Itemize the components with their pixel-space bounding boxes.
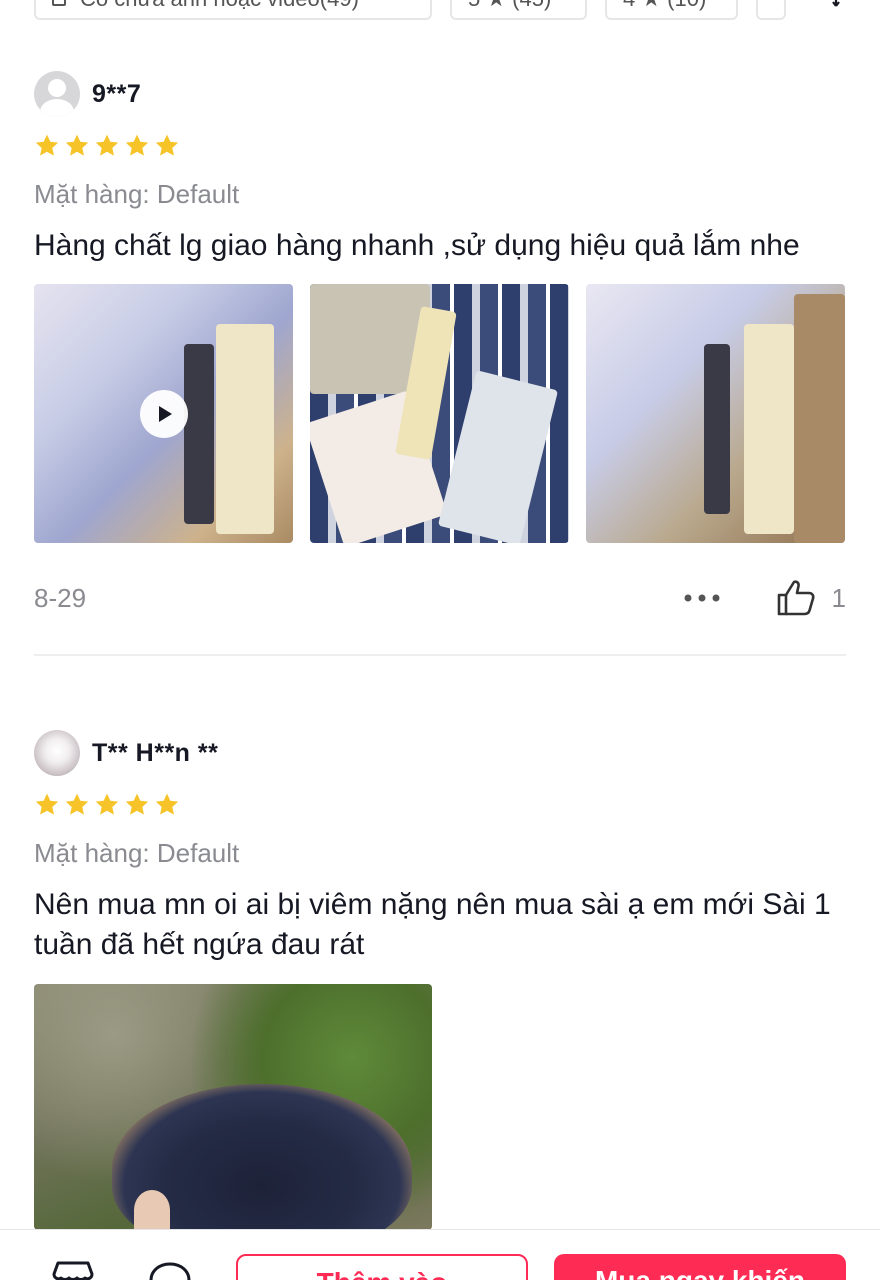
filter-chip-label: Có chứa ảnh hoặc video(49) [80,0,359,12]
star-icon [65,793,89,815]
buy-now-button[interactable]: Mua ngay khiến [554,1254,846,1280]
reviewer-name: T** H**n ** [92,738,219,767]
reviewer-name: 9**7 [92,79,142,108]
star-icon [35,793,59,815]
filter-chip-label: 4 ★ (10) [623,0,706,12]
review-video-thumbnail[interactable] [34,284,293,543]
variant-label: Mặt hàng: Default [34,179,240,209]
star-icon [125,793,149,815]
filter-chip-5-star[interactable]: 5 ★ (45) [450,0,587,20]
shop-icon[interactable] [50,1260,96,1280]
review-photo-thumbnail[interactable] [310,284,569,543]
avatar[interactable] [34,730,80,776]
more-options-icon[interactable] [684,593,720,603]
play-icon[interactable] [140,390,188,438]
review-card: T** H**n ** Mặt hàng: Default Nên mua mn… [34,729,846,1230]
reviewer-row: 9**7 [34,70,846,118]
star-icon [155,793,179,815]
filter-chip-label: 5 ★ (45) [468,0,551,12]
filter-chip-more[interactable] [756,0,786,20]
review-media [34,284,846,543]
bottom-action-bar: Thêm vào Mua ngay khiến [0,1229,880,1280]
star-icon [125,134,149,156]
review-photo[interactable] [34,984,432,1230]
checkbox-icon [52,0,66,6]
review-actions: 1 [684,578,846,618]
buy-now-label: Mua ngay khiến [595,1265,805,1280]
star-icon [95,134,119,156]
review-date: 8-29 [34,582,87,613]
add-to-cart-label: Thêm vào [317,1267,448,1280]
review-divider [34,654,846,656]
review-photo-thumbnail[interactable] [586,284,845,543]
star-icon [95,793,119,815]
review-text: Hàng chất lg giao hàng nhanh ,sử dụng hi… [34,229,800,262]
add-to-cart-button[interactable]: Thêm vào [236,1254,528,1280]
reviewer-row: T** H**n ** [34,729,846,777]
star-rating [34,133,846,159]
star-icon [155,134,179,156]
review-card: 9**7 Mặt hàng: Default Hàng chất lg giao… [34,70,846,656]
sort-icon[interactable] [832,0,854,8]
filter-chip-media[interactable]: Có chứa ảnh hoặc video(49) [34,0,432,20]
filter-bar: Có chứa ảnh hoặc video(49) 5 ★ (45) 4 ★ … [34,0,880,20]
like-count: 1 [831,582,846,613]
filter-chip-4-star[interactable]: 4 ★ (10) [605,0,738,20]
variant-label: Mặt hàng: Default [34,838,240,868]
chat-icon[interactable] [148,1260,192,1280]
avatar[interactable] [34,71,80,117]
star-icon [35,134,59,156]
review-text: Nên mua mn oi ai bị viêm nặng nên mua sà… [34,888,831,961]
like-icon[interactable] [776,578,816,618]
star-icon [65,134,89,156]
star-rating [34,792,846,818]
review-footer: 8-29 1 [34,578,846,618]
